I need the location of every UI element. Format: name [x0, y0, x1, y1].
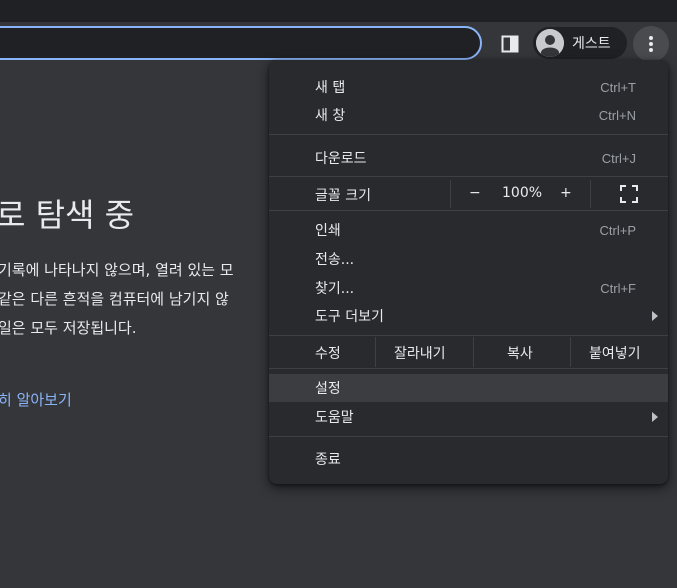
- learn-more-link[interactable]: 히 알아보기: [0, 389, 72, 410]
- chevron-right-icon: [652, 311, 658, 321]
- edit-divider: [375, 337, 376, 367]
- menu-item-label: 다운로드: [315, 151, 367, 167]
- menu-separator: [269, 210, 668, 211]
- paste-button[interactable]: 붙여넣기: [589, 343, 641, 363]
- menu-item-more-tools[interactable]: 도구 더보기: [269, 302, 668, 330]
- chrome-menu-button[interactable]: [633, 26, 669, 62]
- zoom-divider: [590, 180, 591, 208]
- menu-item-print[interactable]: 인쇄 Ctrl+P: [269, 216, 668, 244]
- menu-item-new-tab[interactable]: 새 탭 Ctrl+T: [269, 73, 668, 101]
- fullscreen-icon[interactable]: [620, 185, 638, 203]
- copy-button[interactable]: 복사: [507, 343, 533, 363]
- menu-separator: [269, 176, 668, 177]
- menu-item-shortcut: Ctrl+T: [600, 79, 636, 95]
- menu-item-shortcut: Ctrl+J: [601, 150, 636, 166]
- page-title: 로 탐색 중: [0, 196, 135, 234]
- window-tab-strip: [0, 0, 677, 22]
- menu-item-shortcut: Ctrl+N: [598, 107, 636, 123]
- menu-item-label: 인쇄: [315, 223, 341, 239]
- menu-separator: [269, 134, 668, 135]
- menu-separator: [269, 368, 668, 369]
- menu-zoom-row: 글꼴 크기 − 100% +: [269, 180, 668, 208]
- chevron-right-icon: [652, 412, 658, 422]
- edit-divider: [570, 337, 571, 367]
- menu-item-label: 설정: [315, 381, 341, 397]
- description-line: 일은 모두 저장됩니다.: [0, 319, 137, 337]
- menu-item-exit[interactable]: 종료: [269, 445, 668, 473]
- menu-separator: [269, 335, 668, 336]
- address-bar[interactable]: [0, 26, 482, 60]
- menu-item-settings[interactable]: 설정: [269, 374, 668, 402]
- menu-item-label: 새 창: [315, 108, 346, 124]
- menu-item-shortcut: Ctrl+P: [599, 222, 636, 238]
- description-line: 기록에 나타나지 않으며, 열려 있는 모: [0, 261, 234, 279]
- side-panel-button[interactable]: [494, 30, 526, 58]
- person-icon: [536, 29, 564, 57]
- chrome-main-menu: 새 탭 Ctrl+T 새 창 Ctrl+N 다운로드 Ctrl+J 글꼴 크기 …: [269, 60, 668, 484]
- menu-item-label: 찾기...: [315, 281, 355, 297]
- menu-item-label: 전송...: [315, 252, 355, 268]
- menu-item-shortcut: Ctrl+F: [600, 280, 636, 296]
- menu-item-label: 도구 더보기: [315, 309, 384, 325]
- menu-item-downloads[interactable]: 다운로드 Ctrl+J: [269, 144, 668, 172]
- menu-item-label: 새 탭: [315, 80, 346, 96]
- side-panel-icon: [501, 35, 519, 53]
- menu-item-cast[interactable]: 전송...: [269, 245, 668, 273]
- edit-label: 수정: [315, 346, 341, 362]
- menu-separator: [269, 436, 668, 437]
- menu-edit-row: 수정 잘라내기 복사 붙여넣기: [269, 337, 668, 367]
- menu-item-label: 도움말: [315, 410, 354, 426]
- profile-label: 게스트: [572, 36, 611, 52]
- menu-item-label: 종료: [315, 452, 341, 468]
- description-line: 같은 다른 흔적을 컴퓨터에 남기지 않: [0, 290, 229, 308]
- edit-divider: [473, 337, 474, 367]
- menu-item-new-window[interactable]: 새 창 Ctrl+N: [269, 101, 668, 129]
- zoom-out-button[interactable]: −: [469, 185, 481, 201]
- zoom-divider: [450, 180, 451, 208]
- zoom-in-button[interactable]: +: [560, 185, 572, 201]
- profile-button[interactable]: 게스트: [533, 27, 627, 59]
- page-description: 기록에 나타나지 않으며, 열려 있는 모 같은 다른 흔적을 컴퓨터에 남기지…: [0, 256, 234, 343]
- menu-item-help[interactable]: 도움말: [269, 403, 668, 431]
- cut-button[interactable]: 잘라내기: [394, 343, 446, 363]
- menu-item-find[interactable]: 찾기... Ctrl+F: [269, 274, 668, 302]
- three-dots-vertical-icon: [649, 36, 653, 52]
- zoom-label: 글꼴 크기: [315, 188, 371, 204]
- zoom-level: 100%: [502, 185, 543, 201]
